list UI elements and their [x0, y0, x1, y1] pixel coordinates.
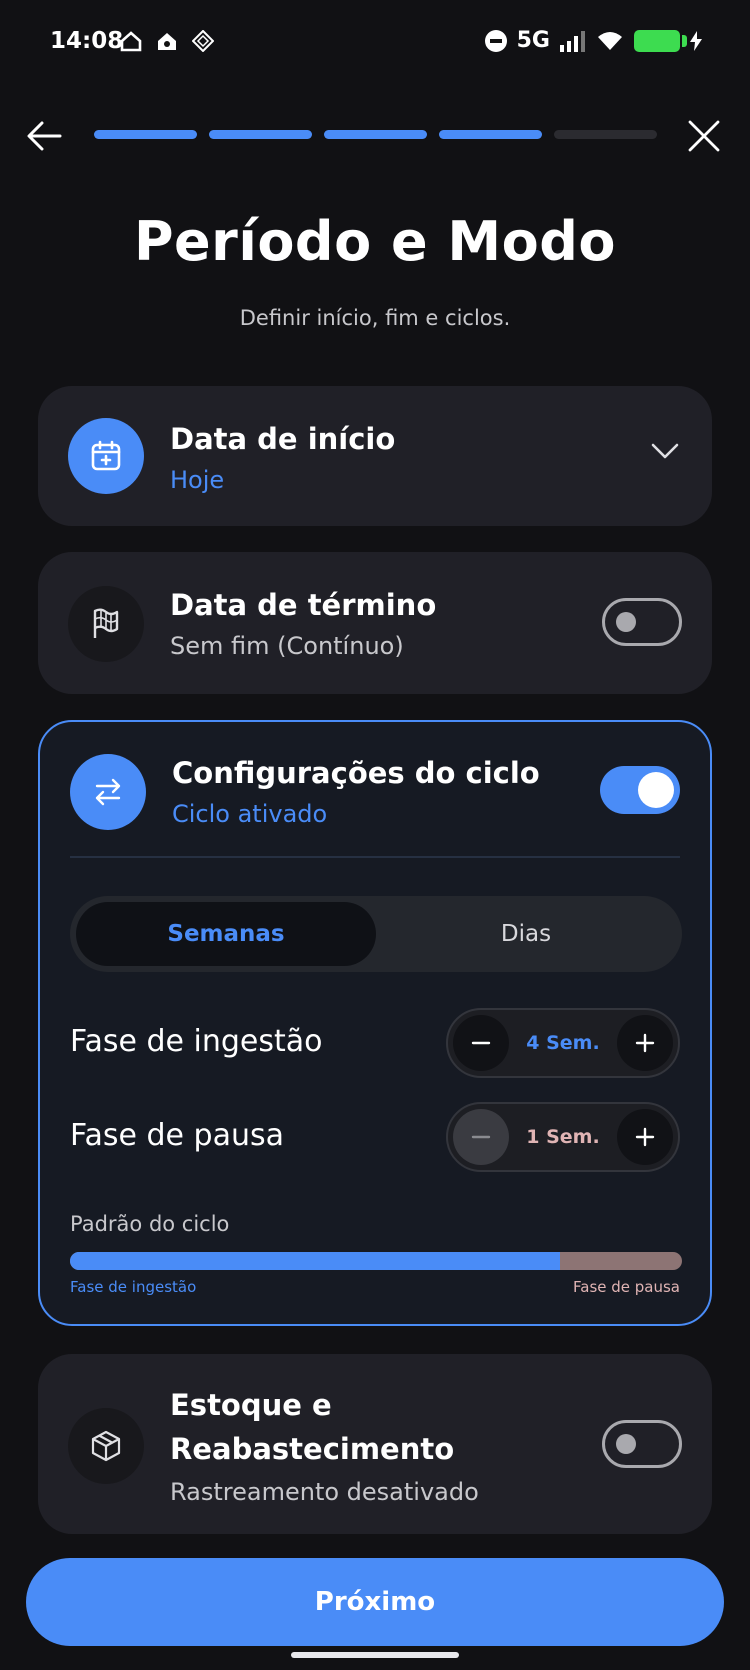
stock-status: Rastreamento desativado — [170, 1478, 479, 1506]
pause-decrement-button[interactable] — [453, 1109, 509, 1165]
divider — [70, 856, 680, 858]
step-progress — [94, 130, 657, 139]
back-button[interactable] — [22, 114, 66, 158]
progress-segment — [209, 130, 312, 139]
home-indicator[interactable] — [291, 1652, 459, 1658]
cycle-toggle[interactable] — [600, 766, 680, 814]
progress-segment — [324, 130, 427, 139]
diamond-notification-icon — [191, 29, 215, 53]
progress-segment — [439, 130, 542, 139]
intake-decrement-button[interactable] — [453, 1015, 509, 1071]
stock-toggle[interactable] — [602, 1420, 682, 1468]
start-date-card[interactable]: Data de início Hoje — [38, 386, 712, 526]
box-icon — [68, 1408, 144, 1484]
wifi-icon — [598, 31, 622, 50]
app-notification-icon — [156, 30, 178, 52]
next-button[interactable]: Próximo — [26, 1558, 724, 1646]
cycle-settings-card: Configurações do ciclo Ciclo ativado Sem… — [38, 720, 712, 1326]
stock-card: Estoque e Reabastecimento Rastreamento d… — [38, 1354, 712, 1534]
page-title: Período e Modo — [133, 210, 616, 273]
flag-icon — [68, 586, 144, 662]
toggle-knob — [616, 1434, 636, 1454]
tab-weeks[interactable]: Semanas — [76, 902, 376, 966]
system-status: 5G — [484, 28, 702, 53]
end-date-title: Data de término — [170, 588, 437, 622]
progress-segment — [94, 130, 197, 139]
plus-icon — [635, 1127, 655, 1147]
pause-phase-label: Fase de pausa — [70, 1118, 284, 1153]
pause-increment-button[interactable] — [617, 1109, 673, 1165]
stock-title-line2: Reabastecimento — [170, 1432, 455, 1466]
do-not-disturb-icon — [484, 29, 507, 52]
intake-phase-fill — [70, 1252, 560, 1270]
pattern-intake-label: Fase de ingestão — [70, 1278, 197, 1296]
minus-icon — [471, 1135, 491, 1139]
pattern-pause-label: Fase de pausa — [573, 1278, 680, 1296]
start-date-title: Data de início — [170, 422, 396, 456]
close-icon — [688, 120, 720, 152]
network-type: 5G — [516, 28, 550, 53]
plus-icon — [635, 1033, 655, 1053]
close-button[interactable] — [682, 114, 726, 158]
intake-phase-label: Fase de ingestão — [70, 1024, 323, 1059]
charging-icon — [690, 30, 702, 51]
home-notification-icon — [120, 30, 142, 52]
signal-icon — [560, 30, 585, 52]
unit-segmented-control: Semanas Dias — [70, 896, 682, 972]
cycle-pattern-bar — [70, 1252, 682, 1270]
swap-arrows-icon — [70, 754, 146, 830]
progress-segment — [554, 130, 657, 139]
tab-days[interactable]: Dias — [376, 902, 676, 966]
intake-increment-button[interactable] — [617, 1015, 673, 1071]
arrow-left-icon — [27, 121, 62, 151]
cycle-status: Ciclo ativado — [172, 800, 328, 828]
minus-icon — [471, 1041, 491, 1045]
toggle-knob — [616, 612, 636, 632]
end-date-card: Data de término Sem fim (Contínuo) — [38, 552, 712, 694]
intake-phase-stepper: 4 Sem. — [446, 1008, 680, 1078]
pause-phase-value: 1 Sem. — [526, 1126, 600, 1148]
chevron-down-icon[interactable] — [650, 440, 680, 466]
notification-icons — [120, 29, 215, 53]
end-date-toggle[interactable] — [602, 598, 682, 646]
toggle-knob — [638, 772, 674, 808]
cycle-pattern-label: Padrão do ciclo — [70, 1212, 230, 1236]
status-time: 14:08 — [50, 28, 124, 54]
battery-icon — [634, 29, 687, 52]
intake-phase-value: 4 Sem. — [526, 1032, 600, 1054]
start-date-value: Hoje — [170, 466, 225, 494]
end-date-value: Sem fim (Contínuo) — [170, 632, 404, 660]
status-bar: 14:08 5G — [0, 0, 750, 88]
pause-phase-stepper: 1 Sem. — [446, 1102, 680, 1172]
cycle-title: Configurações do ciclo — [172, 756, 540, 790]
page-subtitle: Definir início, fim e ciclos. — [239, 306, 511, 330]
stock-title-line1: Estoque e — [170, 1388, 332, 1422]
calendar-icon — [68, 418, 144, 494]
